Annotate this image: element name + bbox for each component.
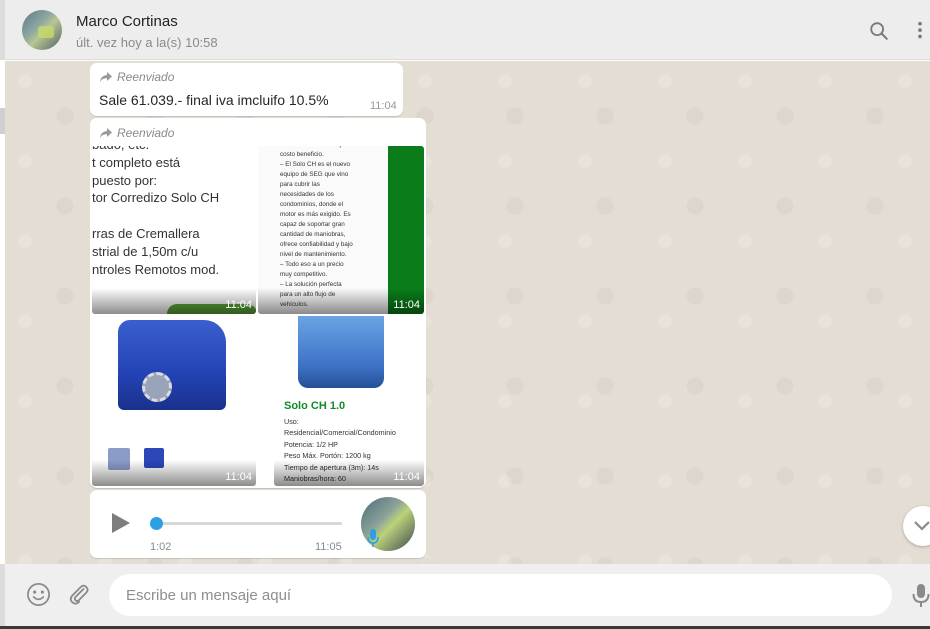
media-image-motor[interactable]: 11:04 xyxy=(92,316,256,486)
message-text: Sale 61.039.- final iva imcluifo 10.5% xyxy=(99,92,329,108)
play-icon[interactable] xyxy=(112,513,130,533)
audio-duration: 1:02 xyxy=(150,541,172,553)
media-image-description[interactable]: durabilidad con el mejor costo beneficio… xyxy=(258,146,424,314)
message-bubble[interactable]: Reenviado Sale 61.039.- final iva imclui… xyxy=(90,63,403,116)
contact-name[interactable]: Marco Cortinas xyxy=(76,13,178,30)
mic-icon[interactable] xyxy=(912,582,930,608)
sidebar-edge xyxy=(0,108,5,134)
media-album-bubble[interactable]: Reenviado bado, etc. t completo está pue… xyxy=(90,118,426,488)
image-time: 11:04 xyxy=(393,471,420,483)
contact-status: últ. vez hoy a la(s) 10:58 xyxy=(76,35,218,50)
motor-product-image xyxy=(118,320,226,410)
message-input[interactable] xyxy=(109,574,892,616)
forwarded-label: Reenviado xyxy=(99,126,174,140)
image-time: 11:04 xyxy=(225,299,252,311)
image-time: 11:04 xyxy=(393,299,420,311)
forwarded-text: Reenviado xyxy=(117,126,175,140)
menu-icon[interactable] xyxy=(910,20,930,42)
audio-progress-knob[interactable] xyxy=(150,517,163,530)
audio-message-bubble[interactable]: 1:02 11:05 xyxy=(90,490,426,558)
media-image-product-specs[interactable]: Solo CH 1.0 Uso: Residencial/Comercial/C… xyxy=(274,316,424,486)
audio-time: 11:05 xyxy=(315,541,342,553)
forwarded-label: Reenviado xyxy=(99,70,174,84)
motor-product-image xyxy=(298,316,384,388)
contact-avatar[interactable] xyxy=(22,10,62,50)
media-image-document[interactable]: bado, etc. t completo está puesto por: t… xyxy=(92,146,256,314)
gear-graphic xyxy=(142,372,172,402)
emoji-icon[interactable] xyxy=(26,582,51,607)
image-time: 11:04 xyxy=(225,471,252,483)
document-text: bado, etc. t completo está puesto por: t… xyxy=(92,146,220,277)
forwarded-text: Reenviado xyxy=(117,70,175,84)
audio-progress-track[interactable] xyxy=(156,522,342,525)
forward-icon xyxy=(100,128,112,138)
mic-icon xyxy=(367,528,379,548)
search-icon[interactable] xyxy=(868,20,890,42)
chat-header xyxy=(0,0,930,60)
chevron-down-icon xyxy=(914,521,930,531)
forward-icon xyxy=(100,72,112,82)
description-text: durabilidad con el mejor costo beneficio… xyxy=(280,146,353,308)
product-title: Solo CH 1.0 xyxy=(284,400,346,412)
attach-icon[interactable] xyxy=(67,582,91,606)
message-time: 11:04 xyxy=(370,100,397,112)
